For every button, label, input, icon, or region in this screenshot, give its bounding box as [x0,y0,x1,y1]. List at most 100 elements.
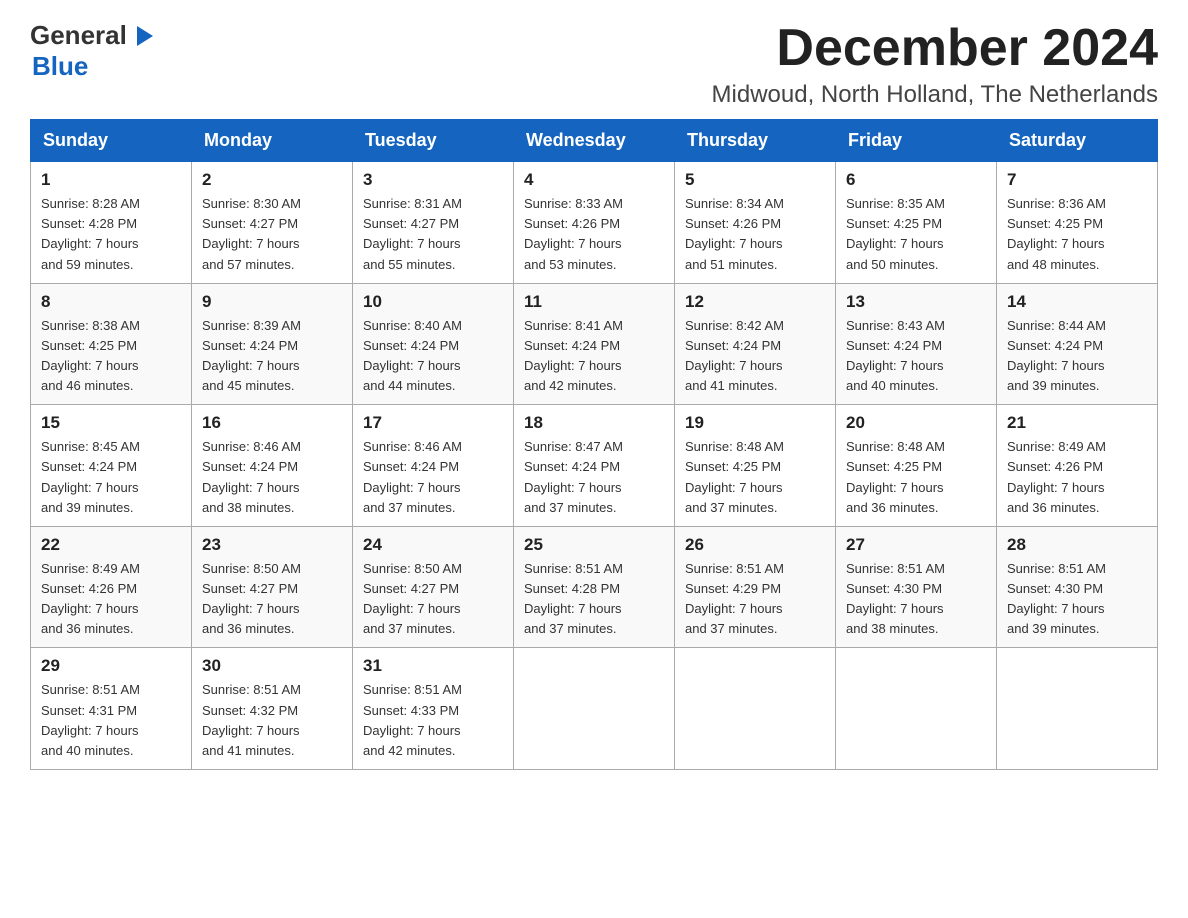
day-number: 22 [41,535,181,555]
day-info: Sunrise: 8:31 AMSunset: 4:27 PMDaylight:… [363,196,462,271]
title-section: December 2024 Midwoud, North Holland, Th… [712,20,1158,109]
day-info: Sunrise: 8:38 AMSunset: 4:25 PMDaylight:… [41,318,140,393]
day-number: 27 [846,535,986,555]
calendar-day-cell: 6Sunrise: 8:35 AMSunset: 4:25 PMDaylight… [836,162,997,284]
calendar-day-cell: 14 Sunrise: 8:44 AMSunset: 4:24 PMDayligh… [997,283,1158,405]
day-of-week-header: Sunday [31,120,192,162]
day-info: Sunrise: 8:40 AMSunset: 4:24 PMDaylight:… [363,318,462,393]
day-number: 18 [524,413,664,433]
day-info: Sunrise: 8:48 AMSunset: 4:25 PMDaylight:… [685,439,784,514]
calendar-day-cell: 24 Sunrise: 8:50 AMSunset: 4:27 PMDayligh… [353,526,514,648]
day-info: Sunrise: 8:44 AMSunset: 4:24 PMDaylight:… [1007,318,1106,393]
day-info: Sunrise: 8:42 AMSunset: 4:24 PMDaylight:… [685,318,784,393]
day-number: 26 [685,535,825,555]
day-number: 29 [41,656,181,676]
day-info: Sunrise: 8:51 AMSunset: 4:30 PMDaylight:… [846,561,945,636]
day-info: Sunrise: 8:51 AMSunset: 4:28 PMDaylight:… [524,561,623,636]
calendar-day-cell: 4 Sunrise: 8:33 AMSunset: 4:26 PMDaylight… [514,162,675,284]
calendar-day-cell: 23 Sunrise: 8:50 AMSunset: 4:27 PMDayligh… [192,526,353,648]
calendar-week-row: 22 Sunrise: 8:49 AMSunset: 4:26 PMDayligh… [31,526,1158,648]
calendar-day-cell: 15Sunrise: 8:45 AMSunset: 4:24 PMDayligh… [31,405,192,527]
calendar-day-cell: 22 Sunrise: 8:49 AMSunset: 4:26 PMDayligh… [31,526,192,648]
day-of-week-header: Tuesday [353,120,514,162]
day-info: Sunrise: 8:48 AMSunset: 4:25 PMDaylight:… [846,439,945,514]
calendar-day-cell: 18 Sunrise: 8:47 AMSunset: 4:24 PMDayligh… [514,405,675,527]
calendar-day-cell: 13 Sunrise: 8:43 AMSunset: 4:24 PMDayligh… [836,283,997,405]
calendar-day-cell: 12Sunrise: 8:42 AMSunset: 4:24 PMDayligh… [675,283,836,405]
calendar-day-cell: 27 Sunrise: 8:51 AMSunset: 4:30 PMDayligh… [836,526,997,648]
day-info: Sunrise: 8:47 AMSunset: 4:24 PMDaylight:… [524,439,623,514]
day-number: 4 [524,170,664,190]
day-number: 21 [1007,413,1147,433]
calendar-day-cell: 9Sunrise: 8:39 AMSunset: 4:24 PMDaylight… [192,283,353,405]
calendar-day-cell: 10 Sunrise: 8:40 AMSunset: 4:24 PMDayligh… [353,283,514,405]
month-title: December 2024 [712,20,1158,77]
logo-arrow-icon [129,21,159,51]
calendar-day-cell: 5Sunrise: 8:34 AMSunset: 4:26 PMDaylight… [675,162,836,284]
day-info: Sunrise: 8:50 AMSunset: 4:27 PMDaylight:… [363,561,462,636]
calendar-day-cell: 16 Sunrise: 8:46 AMSunset: 4:24 PMDayligh… [192,405,353,527]
logo-blue-text: Blue [32,51,88,82]
day-of-week-header: Saturday [997,120,1158,162]
calendar-week-row: 1Sunrise: 8:28 AMSunset: 4:28 PMDaylight… [31,162,1158,284]
calendar-day-cell [836,648,997,770]
day-of-week-header: Friday [836,120,997,162]
calendar-day-cell: 7 Sunrise: 8:36 AMSunset: 4:25 PMDaylight… [997,162,1158,284]
calendar-week-row: 29 Sunrise: 8:51 AMSunset: 4:31 PMDayligh… [31,648,1158,770]
logo-general-text: General [30,20,127,51]
day-number: 31 [363,656,503,676]
day-info: Sunrise: 8:36 AMSunset: 4:25 PMDaylight:… [1007,196,1106,271]
calendar-day-cell: 21Sunrise: 8:49 AMSunset: 4:26 PMDayligh… [997,405,1158,527]
day-number: 1 [41,170,181,190]
day-number: 7 [1007,170,1147,190]
day-info: Sunrise: 8:50 AMSunset: 4:27 PMDaylight:… [202,561,301,636]
calendar-day-cell: 31Sunrise: 8:51 AMSunset: 4:33 PMDayligh… [353,648,514,770]
day-number: 17 [363,413,503,433]
day-info: Sunrise: 8:51 AMSunset: 4:29 PMDaylight:… [685,561,784,636]
day-info: Sunrise: 8:46 AMSunset: 4:24 PMDaylight:… [202,439,301,514]
calendar-day-cell: 19 Sunrise: 8:48 AMSunset: 4:25 PMDayligh… [675,405,836,527]
day-info: Sunrise: 8:39 AMSunset: 4:24 PMDaylight:… [202,318,301,393]
day-info: Sunrise: 8:43 AMSunset: 4:24 PMDaylight:… [846,318,945,393]
day-number: 2 [202,170,342,190]
calendar-day-cell: 25 Sunrise: 8:51 AMSunset: 4:28 PMDayligh… [514,526,675,648]
calendar-table: SundayMondayTuesdayWednesdayThursdayFrid… [30,119,1158,770]
day-number: 13 [846,292,986,312]
day-info: Sunrise: 8:51 AMSunset: 4:31 PMDaylight:… [41,682,140,757]
day-info: Sunrise: 8:34 AMSunset: 4:26 PMDaylight:… [685,196,784,271]
calendar-day-cell: 1Sunrise: 8:28 AMSunset: 4:28 PMDaylight… [31,162,192,284]
day-number: 24 [363,535,503,555]
calendar-day-cell: 3Sunrise: 8:31 AMSunset: 4:27 PMDaylight… [353,162,514,284]
day-number: 16 [202,413,342,433]
day-number: 10 [363,292,503,312]
calendar-day-cell [997,648,1158,770]
day-info: Sunrise: 8:33 AMSunset: 4:26 PMDaylight:… [524,196,623,271]
logo: General Blue [30,20,159,82]
day-info: Sunrise: 8:35 AMSunset: 4:25 PMDaylight:… [846,196,945,271]
day-of-week-header: Thursday [675,120,836,162]
day-number: 23 [202,535,342,555]
day-info: Sunrise: 8:30 AMSunset: 4:27 PMDaylight:… [202,196,301,271]
calendar-day-cell: 30Sunrise: 8:51 AMSunset: 4:32 PMDayligh… [192,648,353,770]
day-info: Sunrise: 8:46 AMSunset: 4:24 PMDaylight:… [363,439,462,514]
day-of-week-header: Wednesday [514,120,675,162]
day-info: Sunrise: 8:45 AMSunset: 4:24 PMDaylight:… [41,439,140,514]
calendar-day-cell: 26 Sunrise: 8:51 AMSunset: 4:29 PMDayligh… [675,526,836,648]
calendar-day-cell: 29 Sunrise: 8:51 AMSunset: 4:31 PMDayligh… [31,648,192,770]
calendar-day-cell: 20Sunrise: 8:48 AMSunset: 4:25 PMDayligh… [836,405,997,527]
calendar-day-cell: 11Sunrise: 8:41 AMSunset: 4:24 PMDayligh… [514,283,675,405]
day-number: 25 [524,535,664,555]
day-number: 28 [1007,535,1147,555]
page-header: General Blue December 2024 Midwoud, Nort… [30,20,1158,109]
day-number: 19 [685,413,825,433]
day-number: 14 [1007,292,1147,312]
calendar-day-cell: 2 Sunrise: 8:30 AMSunset: 4:27 PMDaylight… [192,162,353,284]
day-info: Sunrise: 8:51 AMSunset: 4:32 PMDaylight:… [202,682,301,757]
location-title: Midwoud, North Holland, The Netherlands [712,81,1158,109]
calendar-day-cell: 17 Sunrise: 8:46 AMSunset: 4:24 PMDayligh… [353,405,514,527]
day-number: 8 [41,292,181,312]
day-number: 11 [524,292,664,312]
day-of-week-header: Monday [192,120,353,162]
day-info: Sunrise: 8:49 AMSunset: 4:26 PMDaylight:… [41,561,140,636]
calendar-week-row: 8 Sunrise: 8:38 AMSunset: 4:25 PMDaylight… [31,283,1158,405]
